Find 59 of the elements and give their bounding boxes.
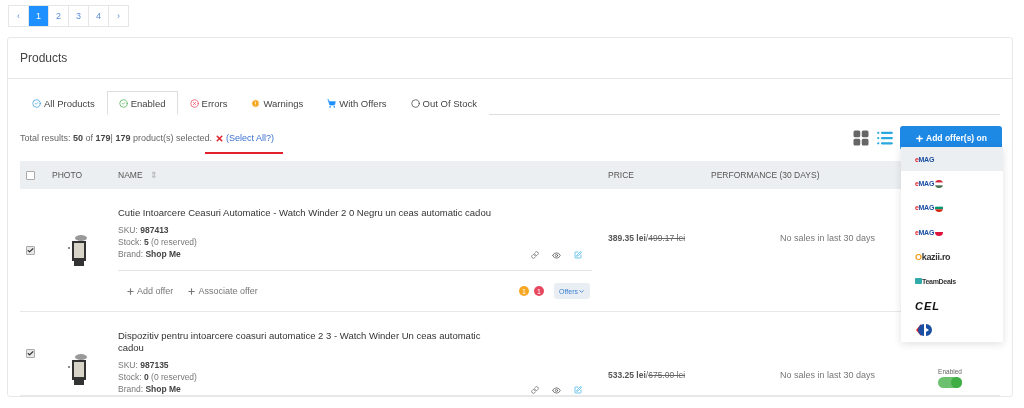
column-header: PHOTO bbox=[51, 170, 84, 180]
add-offer-link[interactable]: Add offer bbox=[126, 286, 174, 296]
plus-icon bbox=[126, 286, 135, 296]
column-header[interactable]: NAME bbox=[118, 170, 143, 180]
stock-text: Stock: 0 (0 reserved) bbox=[118, 371, 197, 383]
page-button[interactable]: › bbox=[108, 5, 129, 27]
select-all-checkbox[interactable] bbox=[26, 170, 35, 180]
flag-icon bbox=[935, 179, 944, 188]
marketplace-item[interactable] bbox=[901, 317, 1003, 343]
page-button[interactable]: ‹ bbox=[8, 5, 29, 27]
page-button[interactable]: 4 bbox=[88, 5, 109, 27]
column-header: PERFORMANCE (30 DAYS) bbox=[710, 170, 821, 180]
brand-text: Brand: Shop Me bbox=[118, 383, 182, 395]
check-circle-icon bbox=[32, 99, 41, 108]
page-button[interactable]: 2 bbox=[48, 5, 69, 27]
row-checkbox[interactable] bbox=[26, 349, 35, 358]
plus-icon bbox=[187, 286, 197, 296]
sku-text: SKU: 987135 bbox=[118, 359, 170, 371]
product-name[interactable]: Cutie Intoarcere Ceasuri Automatice - Watch Winder 2 0 Negru un ceas automatic cadou bbox=[118, 207, 493, 219]
edit-icon[interactable] bbox=[574, 386, 582, 394]
price-text: 389.35 lei/499.17 lei bbox=[608, 233, 686, 243]
results-summary: Total results: 50 of 179| 179 product(s) selected. bbox=[20, 133, 212, 143]
marketplace-item[interactable]: Okazii.ro bbox=[901, 244, 1003, 269]
product-name[interactable]: Dispozitiv pentru intoarcere coasuri automatice 2 3 - Watch Winder Un ceas automatic cadou bbox=[118, 330, 493, 354]
check-circle-icon bbox=[118, 98, 128, 108]
x-circle-icon bbox=[189, 99, 199, 108]
plus-icon bbox=[915, 133, 925, 143]
link-icon[interactable] bbox=[531, 386, 539, 394]
view-icon[interactable] bbox=[552, 386, 561, 395]
price-text: 533.25 lei/675.00 lei bbox=[608, 369, 686, 380]
link-icon[interactable] bbox=[531, 251, 539, 259]
view-icon[interactable] bbox=[552, 251, 561, 260]
marketplace-logo: CEL bbox=[915, 299, 940, 312]
performance-text: No sales in last 30 days bbox=[780, 233, 876, 243]
performance-text: No sales in last 30 days bbox=[780, 369, 876, 380]
stock-text: Stock: 5 (0 reserved) bbox=[118, 236, 197, 248]
edit-icon[interactable] bbox=[574, 251, 582, 259]
marketplace-item[interactable]: CEL bbox=[901, 293, 1003, 318]
select-all-link[interactable]: (Select All?) bbox=[226, 133, 275, 143]
chevron-down-icon bbox=[578, 287, 585, 295]
clear-icon[interactable] bbox=[215, 133, 224, 143]
warning-icon bbox=[251, 99, 261, 108]
column-header: PRICE bbox=[607, 170, 635, 180]
associate-offer-link[interactable]: Associate offer bbox=[187, 286, 258, 296]
brand-text: Brand: Shop Me bbox=[118, 248, 182, 260]
status-toggle[interactable] bbox=[938, 376, 962, 388]
row-checkbox[interactable] bbox=[26, 245, 35, 255]
page-button[interactable]: 3 bbox=[68, 5, 89, 27]
cart-icon bbox=[327, 99, 337, 108]
add-offers-button[interactable]: Add offer(s) on bbox=[900, 126, 1002, 150]
carrefour-logo bbox=[915, 323, 935, 336]
ticket-icon bbox=[915, 278, 922, 285]
list-view-icon[interactable] bbox=[876, 129, 894, 147]
marketplace-logo: Okazii.ro bbox=[915, 251, 951, 262]
filter-tab[interactable]: Enabled bbox=[106, 91, 178, 115]
circle-icon bbox=[410, 99, 420, 108]
grid-view-icon[interactable] bbox=[852, 129, 870, 147]
panel-title: Products bbox=[8, 38, 1012, 79]
sku-text: SKU: 987413 bbox=[118, 224, 170, 236]
